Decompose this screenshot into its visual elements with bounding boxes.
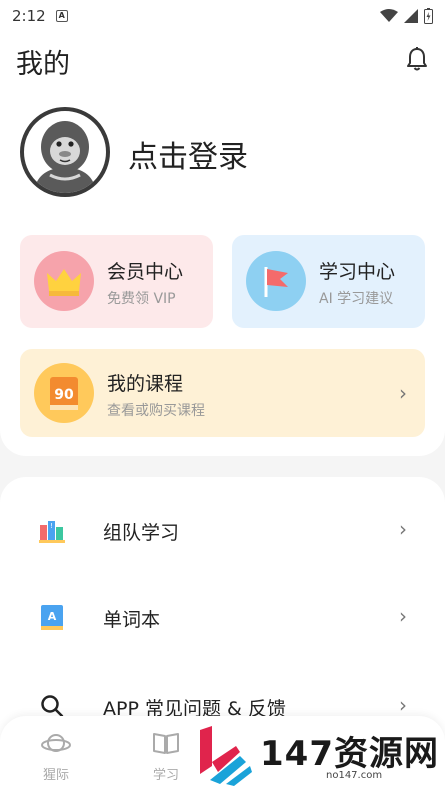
watermark-text: 147资源网 <box>260 734 439 774</box>
wifi-icon <box>380 9 398 22</box>
chevron-right-icon: › <box>399 693 407 717</box>
login-button[interactable]: 点击登录 <box>128 132 248 176</box>
study-center-tile[interactable]: 学习中心 AI 学习建议 <box>232 235 425 328</box>
crown-icon <box>47 269 81 296</box>
svg-text:!: ! <box>50 522 53 530</box>
vip-center-tile[interactable]: 会员中心 免费领 VIP <box>20 235 213 328</box>
svg-text:A: A <box>48 610 57 623</box>
status-bar: 2:12 A <box>0 0 445 32</box>
word-book-icon: A <box>41 605 63 630</box>
chevron-right-icon: › <box>399 517 407 541</box>
course-icon-circle: 90 <box>34 363 94 423</box>
watermark-logo-icon <box>200 726 252 786</box>
planet-icon <box>41 734 71 752</box>
gorilla-avatar-icon <box>34 121 96 193</box>
battery-icon <box>424 8 433 24</box>
vip-icon-circle <box>34 251 94 311</box>
nav-tab-planet[interactable]: 猩际 <box>26 730 86 783</box>
status-icons <box>380 8 433 24</box>
course-subtitle: 查看或购买课程 <box>107 403 205 419</box>
book-icon <box>153 733 179 754</box>
course-title: 我的课程 <box>107 373 184 395</box>
chevron-right-icon: › <box>399 381 407 405</box>
vip-subtitle: 免费领 VIP <box>107 291 176 307</box>
notification-a-icon: A <box>55 10 68 22</box>
watermark: 147资源网 no147.com <box>196 722 442 788</box>
study-icon-circle <box>246 251 306 311</box>
chevron-right-icon: › <box>399 604 407 628</box>
flag-icon <box>264 267 288 297</box>
bell-icon[interactable] <box>405 46 429 72</box>
nav-label: 学习 <box>152 768 179 783</box>
menu-label: 组队学习 <box>103 522 180 544</box>
score-book-icon: 90 <box>50 377 78 410</box>
watermark-subtext: no147.com <box>326 770 383 781</box>
menu-item-team-study[interactable]: ! 组队学习 › <box>0 505 445 555</box>
nav-label: 猩际 <box>42 768 69 783</box>
study-subtitle: AI 学习建议 <box>319 291 394 307</box>
avatar[interactable] <box>20 107 110 197</box>
menu-item-word-book[interactable]: A 单词本 › <box>0 592 445 642</box>
vip-title: 会员中心 <box>107 261 184 283</box>
team-books-icon: ! <box>39 521 65 543</box>
signal-icon <box>404 9 418 23</box>
study-title: 学习中心 <box>319 261 396 283</box>
status-time: 2:12 <box>12 7 46 25</box>
my-courses-tile[interactable]: 90 我的课程 查看或购买课程 › <box>20 349 425 437</box>
menu-label: 单词本 <box>103 609 161 631</box>
course-badge-text: 90 <box>54 387 74 403</box>
profile-card: 我的 点击登录 会员中心 免费领 VIP 学习中心 AI 学习建议 90 我的课… <box>0 32 445 456</box>
nav-tab-study[interactable]: 学习 <box>136 730 196 783</box>
page-title: 我的 <box>16 49 70 80</box>
